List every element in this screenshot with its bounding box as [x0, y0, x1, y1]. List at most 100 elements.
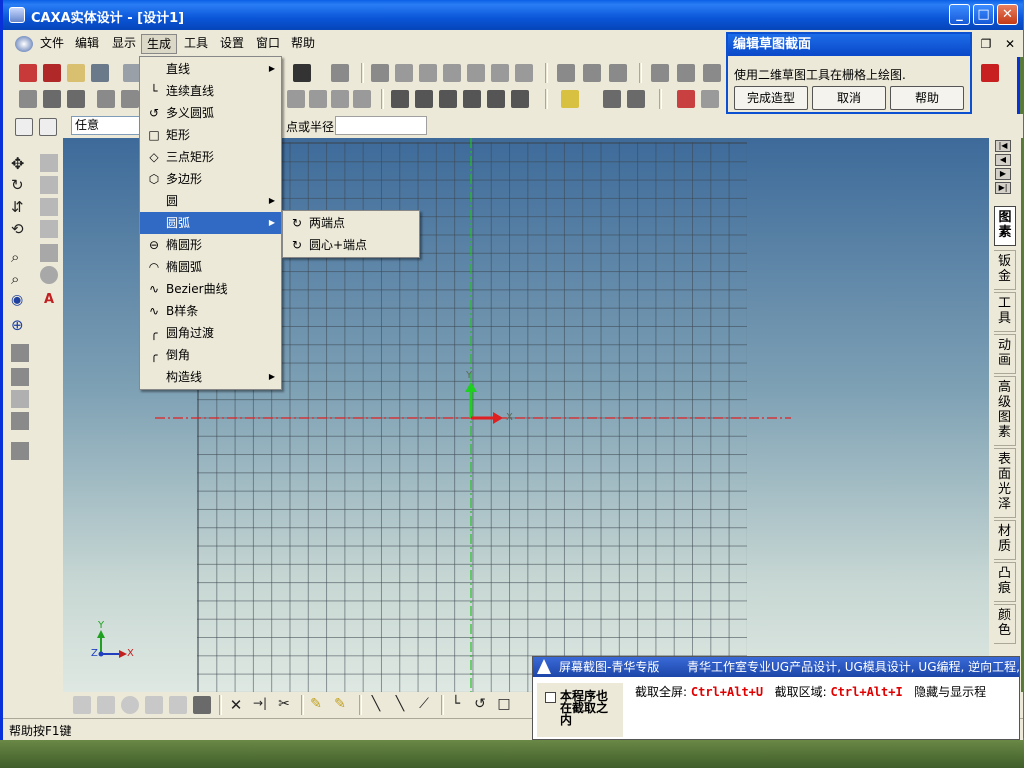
close-button[interactable]: ✕ — [997, 4, 1018, 25]
solid-box-icon[interactable] — [603, 90, 621, 108]
sketch-box-icon[interactable] — [97, 696, 115, 714]
tab-material[interactable]: 材质 — [994, 520, 1016, 560]
menu-item-circle[interactable]: 圆 ▶ — [140, 190, 281, 212]
sketch-sweep-icon[interactable] — [145, 696, 163, 714]
pan-view-icon[interactable] — [121, 90, 139, 108]
view-front-icon[interactable] — [19, 90, 37, 108]
shaded-icon[interactable] — [40, 220, 58, 238]
new-icon[interactable] — [19, 64, 37, 82]
camera-pan-icon[interactable] — [11, 390, 29, 408]
menu-item-ellipse[interactable]: ⊖ 椭圆形 — [140, 234, 281, 256]
whats-this-icon[interactable] — [293, 64, 311, 82]
cancel-button[interactable]: 取消 — [812, 86, 886, 110]
finish-modeling-button[interactable]: 完成造型 — [734, 86, 808, 110]
menu-item-chamfer[interactable]: ╭ 倒角 — [140, 344, 281, 366]
help-button[interactable]: 帮助 — [890, 86, 964, 110]
menu-help[interactable]: 帮助 — [286, 34, 320, 54]
dialog-title[interactable]: 编辑草图截面 — [728, 34, 970, 56]
split-icon[interactable] — [515, 64, 533, 82]
menu-edit[interactable]: 编辑 — [70, 34, 104, 54]
project-icon[interactable] — [331, 90, 349, 108]
menu-tools[interactable]: 工具 — [179, 34, 213, 54]
first-tab-icon[interactable]: |◀ — [995, 140, 1011, 152]
selection-filter-select[interactable]: 任意 — [71, 116, 143, 135]
section-icon[interactable] — [651, 64, 669, 82]
menu-file[interactable]: 文件 — [35, 34, 69, 54]
revolve-icon[interactable] — [395, 64, 413, 82]
cut-icon[interactable] — [309, 90, 327, 108]
fit-view-icon[interactable]: ⊕ — [11, 316, 29, 334]
view-side-icon[interactable] — [67, 90, 85, 108]
tab-emboss[interactable]: 凸痕 — [994, 562, 1016, 602]
title-bar[interactable]: CAXA实体设计 - [设计1] _ □ ✕ — [3, 0, 1023, 30]
loft-icon[interactable] — [443, 64, 461, 82]
open-icon[interactable] — [67, 64, 85, 82]
perpendicular-line-icon[interactable] — [511, 90, 529, 108]
turn-icon[interactable]: ⇵ — [11, 198, 29, 216]
view-top-icon[interactable] — [43, 90, 61, 108]
tangent-line-icon[interactable] — [463, 90, 481, 108]
save-icon[interactable] — [91, 64, 109, 82]
new-design-icon[interactable] — [43, 64, 61, 82]
menu-item-fillet[interactable]: ╭ 圆角过渡 — [140, 322, 281, 344]
arc-tool-icon[interactable]: ↺ — [471, 696, 489, 714]
pattern-icon[interactable] — [557, 64, 575, 82]
look-at-icon[interactable]: ◉ — [11, 292, 29, 310]
thread-icon[interactable] — [677, 64, 695, 82]
draft-icon[interactable] — [491, 64, 509, 82]
rotate-view-icon[interactable] — [97, 90, 115, 108]
sketch-import-icon[interactable] — [193, 696, 211, 714]
trim-curve-icon[interactable]: ✂ — [275, 696, 293, 714]
camera-icon[interactable] — [11, 344, 29, 362]
tab-elements[interactable]: 图素 — [994, 206, 1016, 246]
menu-item-center-endpoint-arc[interactable]: ↻ 圆心+端点 — [283, 234, 419, 256]
extrude-icon[interactable] — [371, 64, 389, 82]
pan-icon[interactable]: ✥ — [11, 154, 29, 173]
line-tool-icon[interactable]: ╲ — [367, 696, 385, 714]
tab-animation[interactable]: 动画 — [994, 334, 1016, 374]
move-icon[interactable] — [331, 64, 349, 82]
prev-tab-icon[interactable]: ◀ — [995, 154, 1011, 166]
select-pointer-icon[interactable] — [15, 118, 33, 136]
menu-item-three-point-rect[interactable]: ◇ 三点矩形 — [140, 146, 281, 168]
text-tool-icon[interactable]: A — [40, 292, 58, 310]
menu-item-bezier[interactable]: ∿ Bezier曲线 — [140, 278, 281, 300]
rectangle-tool-icon[interactable]: □ — [495, 696, 513, 714]
menu-item-bspline[interactable]: ∿ B样条 — [140, 300, 281, 322]
table-insert-icon[interactable] — [677, 90, 695, 108]
menu-view[interactable]: 显示 — [107, 34, 141, 54]
mirror-icon[interactable] — [583, 64, 601, 82]
polyline-tool-icon[interactable]: └ — [447, 696, 465, 714]
last-tab-icon[interactable]: ▶| — [995, 182, 1011, 194]
wireframe-icon[interactable] — [40, 176, 58, 194]
line-tool2-icon[interactable]: ╲ — [391, 696, 409, 714]
menu-window[interactable]: 窗口 — [251, 34, 285, 54]
solid-box2-icon[interactable] — [627, 90, 645, 108]
camera-orbit-icon[interactable] — [11, 368, 29, 386]
select-filter-icon[interactable] — [39, 118, 57, 136]
trim-icon[interactable] — [287, 90, 305, 108]
grid-settings-icon[interactable] — [561, 90, 579, 108]
menu-item-multi-arc[interactable]: ↺ 多义圆弧 — [140, 102, 281, 124]
zoom-window-icon[interactable]: ⌕ — [11, 270, 29, 288]
horizontal-line-icon[interactable] — [439, 90, 457, 108]
maximize-button[interactable]: □ — [973, 4, 994, 25]
tab-tools[interactable]: 工具 — [994, 292, 1016, 332]
zoom-icon[interactable]: ⌕ — [11, 248, 29, 266]
tangent-tool-icon[interactable]: ⟋ — [415, 696, 433, 714]
offset-icon[interactable] — [353, 90, 371, 108]
tab-surface-finish[interactable]: 表面光泽 — [994, 448, 1016, 518]
menu-item-polygon[interactable]: ⬡ 多边形 — [140, 168, 281, 190]
extend-icon[interactable]: →| — [251, 696, 269, 714]
orbit-icon[interactable]: ↻ — [11, 176, 29, 194]
sphere-icon[interactable] — [40, 266, 58, 284]
menu-settings[interactable]: 设置 — [215, 34, 249, 54]
angle-line-icon[interactable] — [487, 90, 505, 108]
sweep-icon[interactable] — [419, 64, 437, 82]
sketch-rotate-icon[interactable] — [121, 696, 139, 714]
hidden-line-icon[interactable] — [40, 198, 58, 216]
menu-item-two-endpoint-arc[interactable]: ↻ 两端点 — [283, 212, 419, 234]
menu-item-rectangle[interactable]: □ 矩形 — [140, 124, 281, 146]
minimize-button[interactable]: _ — [949, 4, 970, 25]
mdi-restore-button[interactable]: ❐ — [977, 36, 995, 52]
